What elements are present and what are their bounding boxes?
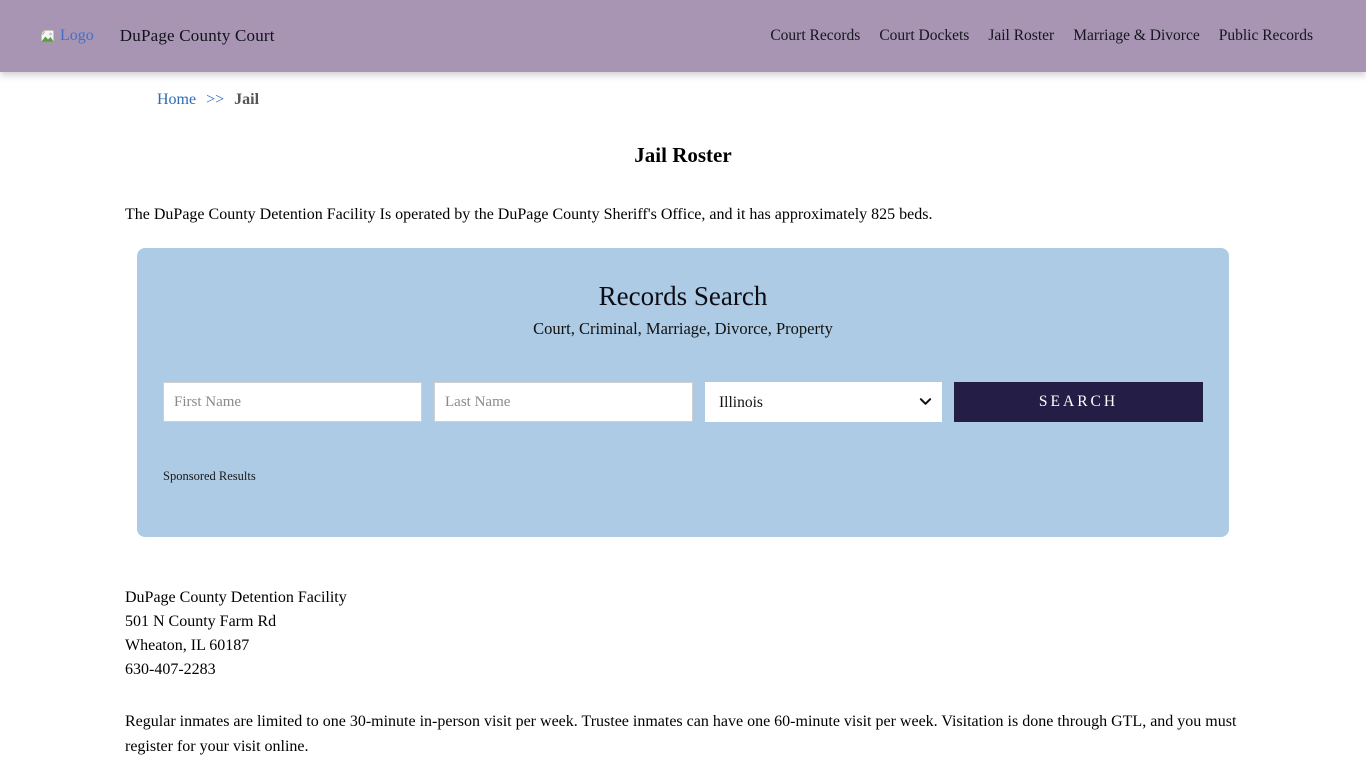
facility-name: DuPage County Detention Facility <box>125 589 347 606</box>
facility-city: Wheaton, IL 60187 <box>125 637 250 654</box>
logo-link[interactable]: Logo <box>40 27 94 45</box>
nav-public-records[interactable]: Public Records <box>1219 27 1313 45</box>
facility-phone: 630-407-2283 <box>125 661 216 678</box>
sponsored-results-label: Sponsored Results <box>163 469 256 483</box>
nav-court-dockets[interactable]: Court Dockets <box>879 27 969 45</box>
last-name-input[interactable] <box>434 382 693 422</box>
site-header: Logo DuPage County Court Court Records C… <box>0 0 1366 72</box>
records-search-subtitle: Court, Criminal, Marriage, Divorce, Prop… <box>533 319 833 338</box>
breadcrumb-current: Jail <box>234 91 260 108</box>
page-title: Jail Roster <box>634 143 732 167</box>
logo-alt-text: Logo <box>60 27 94 44</box>
main-nav: Court Records Court Dockets Jail Roster … <box>770 27 1313 45</box>
state-select[interactable]: Illinois <box>705 382 942 422</box>
site-title: DuPage County Court <box>119 26 275 45</box>
first-name-input[interactable] <box>163 382 422 422</box>
search-form-row: Illinois SEARCH <box>163 382 1203 422</box>
broken-image-icon <box>40 28 57 44</box>
main-content: Home >> Jail Jail Roster The DuPage Coun… <box>125 91 1241 768</box>
records-search-title: Records Search <box>598 281 768 311</box>
search-button[interactable]: SEARCH <box>954 382 1203 422</box>
nav-court-records[interactable]: Court Records <box>770 27 860 45</box>
visitation-paragraph: Regular inmates are limited to one 30-mi… <box>125 713 1237 755</box>
nav-marriage-divorce[interactable]: Marriage & Divorce <box>1073 27 1200 45</box>
nav-jail-roster[interactable]: Jail Roster <box>988 27 1054 45</box>
records-search-box: Records Search Court, Criminal, Marriage… <box>137 248 1229 537</box>
intro-paragraph: The DuPage County Detention Facility Is … <box>125 206 933 223</box>
state-select-wrap: Illinois <box>705 382 942 422</box>
breadcrumb-separator: >> <box>206 91 225 108</box>
facility-street: 501 N County Farm Rd <box>125 613 277 630</box>
breadcrumb: Home >> Jail <box>157 91 1241 109</box>
facility-info: DuPage County Detention Facility 501 N C… <box>125 586 1241 682</box>
breadcrumb-home-link[interactable]: Home <box>157 91 196 108</box>
